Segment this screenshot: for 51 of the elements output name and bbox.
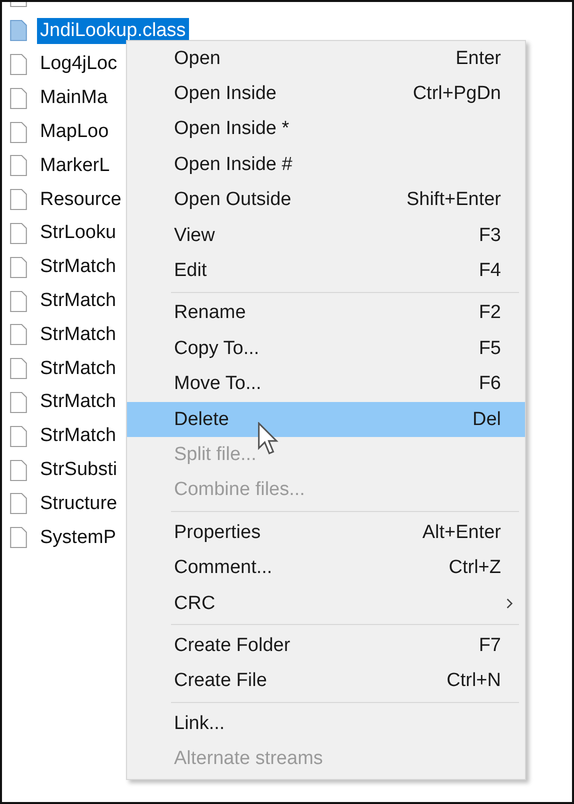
file-icon — [10, 20, 27, 42]
menu-item[interactable]: Open Outside Shift+Enter — [127, 182, 525, 218]
menu-item[interactable]: Delete Del — [127, 402, 525, 438]
file-name[interactable]: MainMa — [37, 85, 111, 112]
file-icon — [10, 155, 27, 176]
file-name[interactable]: MarkerL — [37, 152, 113, 179]
file-name[interactable]: StrMatch — [37, 389, 120, 416]
file-name[interactable]: StrMatch — [37, 322, 120, 348]
file-name[interactable]: StrMatch — [37, 254, 120, 280]
file-icon — [10, 88, 27, 109]
file-icon — [10, 122, 27, 143]
file-icon — [10, 527, 27, 548]
menu-item[interactable]: Move To... F6 — [127, 366, 525, 402]
menu-item[interactable]: View F3 — [127, 218, 525, 254]
menu-item[interactable]: Edit F4 — [127, 253, 525, 289]
file-icon — [10, 189, 27, 210]
menu-item[interactable]: CRC — [127, 586, 525, 622]
chevron-right-icon — [506, 598, 513, 610]
file-name[interactable]: JndiLookup.class — [37, 18, 189, 44]
menu-item[interactable]: Open Enter — [127, 41, 525, 76]
file-icon — [10, 392, 27, 413]
file-icon — [10, 256, 27, 278]
menu-item[interactable]: Create File Ctrl+N — [127, 664, 525, 700]
file-name[interactable]: StrMatch — [37, 423, 120, 450]
menu-item[interactable]: Rename F2 — [127, 296, 525, 332]
menu-item[interactable]: Open Inside # — [127, 147, 525, 183]
file-name[interactable]: StrMatch — [37, 356, 120, 382]
menu-item[interactable]: Copy To... F5 — [127, 331, 525, 367]
mouse-pointer-icon — [257, 422, 279, 456]
file-name[interactable]: MapLoo — [37, 119, 112, 146]
menu-item[interactable]: Properties Alt+Enter — [127, 515, 525, 550]
menu-item[interactable]: Comment... Ctrl+Z — [127, 550, 525, 586]
file-icon — [10, 54, 27, 75]
file-name[interactable]: StrMatch — [37, 288, 120, 314]
file-icon — [10, 358, 27, 380]
file-icon — [10, 426, 27, 447]
file-name[interactable]: SystemP — [37, 524, 120, 551]
file-name[interactable]: StrSubsti — [37, 457, 120, 484]
file-name[interactable]: Resource — [37, 186, 124, 213]
file-icon — [10, 222, 27, 244]
menu-item[interactable]: Open Inside * — [127, 112, 525, 148]
file-icon — [10, 290, 27, 312]
menu-item[interactable]: Link... — [127, 706, 525, 742]
file-name[interactable]: StrLooku — [37, 220, 120, 246]
menu-item[interactable]: Open Inside Ctrl+PgDn — [127, 76, 525, 112]
file-name[interactable]: Log4jLoc — [37, 51, 120, 78]
file-icon — [10, 493, 27, 514]
menu-item[interactable]: Create Folder F7 — [127, 628, 525, 664]
file-icon — [10, 324, 27, 346]
file-icon — [10, 460, 27, 481]
file-name[interactable]: Structure — [37, 490, 120, 517]
